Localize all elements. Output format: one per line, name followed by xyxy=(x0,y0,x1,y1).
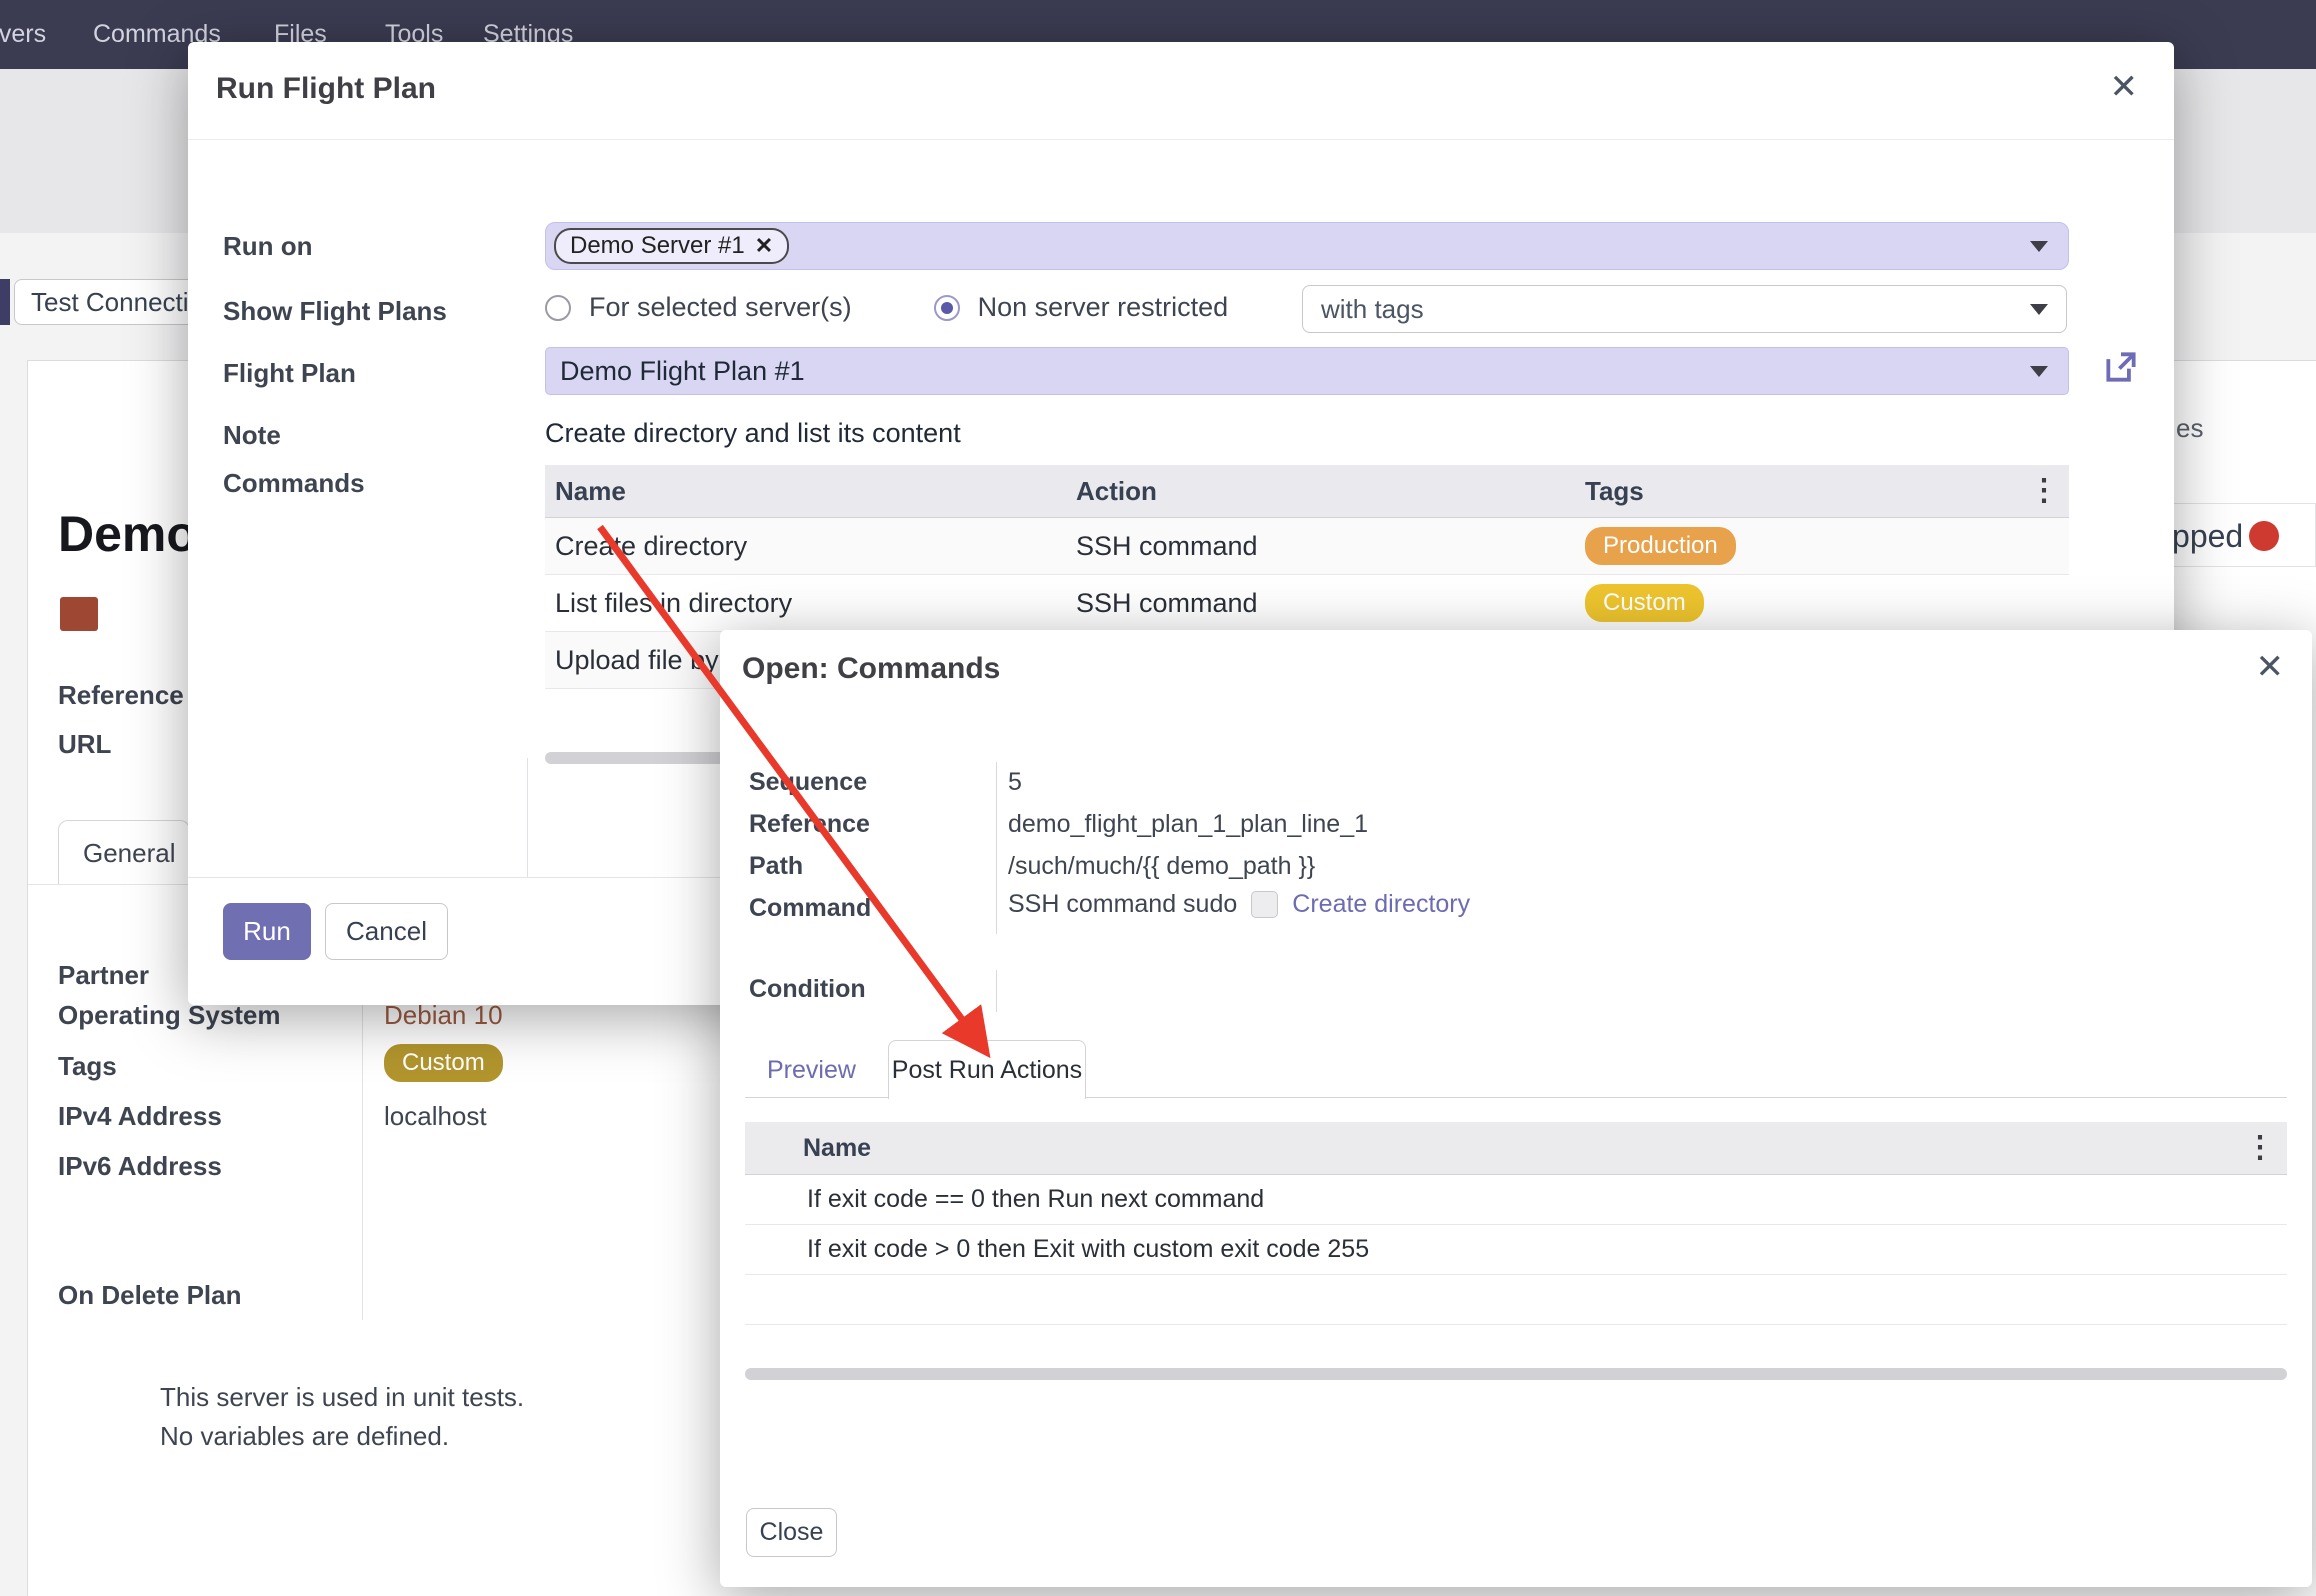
table-row[interactable]: If exit code > 0 then Exit with custom e… xyxy=(745,1225,2287,1275)
flight-plan-value: Demo Flight Plan #1 xyxy=(560,356,805,387)
table-row[interactable]: List files in directory SSH command Cust… xyxy=(545,575,2069,632)
sequence-value: 5 xyxy=(1008,768,1022,797)
modal-header-divider xyxy=(188,139,2174,140)
row-action: SSH command xyxy=(1062,588,1571,619)
notebook-divider xyxy=(28,884,190,885)
radio-non-server-restricted-label[interactable]: Non server restricted xyxy=(978,292,1229,323)
tab-post-run-actions-label: Post Run Actions xyxy=(892,1056,1082,1085)
cancel-button[interactable]: Cancel xyxy=(325,903,448,960)
commands-modal-title: Open: Commands xyxy=(742,652,1000,686)
close-icon[interactable]: ✕ xyxy=(2256,650,2285,684)
remove-tag-icon[interactable]: ✕ xyxy=(755,233,773,259)
reference-label: Reference xyxy=(58,680,184,711)
server-tag-label: Demo Server #1 xyxy=(570,232,745,260)
unit-test-note-line1: This server is used in unit tests. xyxy=(160,1382,524,1413)
command-value: SSH command sudo xyxy=(1008,890,1237,919)
kebab-menu-icon[interactable]: ⋮ xyxy=(2245,1133,2287,1163)
create-directory-link[interactable]: Create directory xyxy=(1292,890,1470,919)
table-row[interactable]: If exit code == 0 then Run next command xyxy=(745,1175,2287,1225)
row-name: If exit code > 0 then Exit with custom e… xyxy=(745,1235,1369,1264)
content-left-border xyxy=(527,758,528,877)
chevron-down-icon xyxy=(2030,366,2048,377)
radio-for-selected-servers[interactable] xyxy=(545,295,571,321)
row-name: Create directory xyxy=(545,531,1062,562)
sequence-label: Sequence xyxy=(749,768,867,797)
flight-plan-select[interactable]: Demo Flight Plan #1 xyxy=(545,347,2069,395)
server-tag-chip[interactable]: Demo Server #1 ✕ xyxy=(554,228,789,264)
ipv6-label: IPv6 Address xyxy=(58,1151,222,1182)
path-value: /such/much/{{ demo_path }} xyxy=(1008,852,1315,881)
with-tags-select[interactable]: with tags xyxy=(1302,285,2067,333)
commands-label: Commands xyxy=(223,468,365,499)
tab-general-label: General xyxy=(83,838,176,869)
screen: Servers Commands Files Tools Settings Te… xyxy=(0,0,2316,1596)
table-row[interactable]: Create directory SSH command Production xyxy=(545,518,2069,575)
with-tags-value: with tags xyxy=(1321,294,1424,325)
post-run-actions-table: Name ⋮ If exit code == 0 then Run next c… xyxy=(745,1122,2287,1325)
ipv4-label: IPv4 Address xyxy=(58,1101,222,1132)
external-link-icon[interactable] xyxy=(2102,348,2140,386)
reference-field-label: Reference xyxy=(749,810,870,839)
partner-label: Partner xyxy=(58,960,149,991)
row-action: SSH command xyxy=(1062,531,1571,562)
show-flight-plans-label: Show Flight Plans xyxy=(223,296,447,327)
col-header-action[interactable]: Action xyxy=(1062,476,1571,507)
row-name: If exit code == 0 then Run next command xyxy=(745,1185,1264,1214)
status-dot-icon xyxy=(2249,521,2279,551)
col-header-name[interactable]: Name xyxy=(803,1134,2245,1163)
page-title: Demo xyxy=(58,505,197,563)
field-separator-line xyxy=(362,965,363,1320)
color-swatch[interactable] xyxy=(60,597,98,631)
table-row-empty xyxy=(745,1275,2287,1325)
note-text: Create directory and list its content xyxy=(545,418,961,449)
run-on-multiselect[interactable]: Demo Server #1 ✕ xyxy=(545,222,2069,270)
command-value-row: SSH command sudo Create directory xyxy=(1008,890,1470,919)
chevron-down-icon xyxy=(2030,241,2048,252)
condition-field-divider xyxy=(996,970,997,1012)
field-column-divider xyxy=(996,762,997,934)
horizontal-scrollbar[interactable] xyxy=(745,1368,2287,1380)
note-label: Note xyxy=(223,420,281,451)
col-header-tags[interactable]: Tags xyxy=(1571,476,2029,507)
flight-plan-label: Flight Plan xyxy=(223,358,356,389)
command-checkbox[interactable] xyxy=(1251,891,1278,918)
tab-preview[interactable]: Preview xyxy=(767,1056,856,1085)
radio-non-server-restricted[interactable] xyxy=(934,295,960,321)
on-delete-plan-label: On Delete Plan xyxy=(58,1280,242,1311)
run-button[interactable]: Run xyxy=(223,903,311,960)
primary-button-partial[interactable] xyxy=(0,279,10,325)
reference-value: demo_flight_plan_1_plan_line_1 xyxy=(1008,810,1368,839)
path-label: Path xyxy=(749,852,803,881)
right-edge-partial-text: es xyxy=(2176,413,2203,444)
tags-label: Tags xyxy=(58,1051,117,1082)
show-flight-plans-radios: For selected server(s) Non server restri… xyxy=(545,292,1228,323)
condition-label: Condition xyxy=(749,975,866,1004)
chevron-down-icon xyxy=(2030,304,2048,315)
run-on-label: Run on xyxy=(223,231,313,262)
url-label: URL xyxy=(58,729,111,760)
tab-post-run-actions[interactable]: Post Run Actions xyxy=(888,1040,1086,1099)
tag-badge: Production xyxy=(1585,527,1736,565)
command-label: Command xyxy=(749,894,871,923)
row-name: List files in directory xyxy=(545,588,1062,619)
tag-badge: Custom xyxy=(1585,584,1704,622)
close-icon[interactable]: ✕ xyxy=(2110,70,2139,104)
tab-general[interactable]: General xyxy=(58,820,190,885)
unit-test-note-line2: No variables are defined. xyxy=(160,1421,449,1452)
ipv4-value: localhost xyxy=(384,1101,487,1132)
tags-value-badge[interactable]: Custom xyxy=(384,1044,503,1082)
kebab-menu-icon[interactable]: ⋮ xyxy=(2029,476,2069,506)
nav-item-servers[interactable]: Servers xyxy=(0,20,46,49)
close-button[interactable]: Close xyxy=(746,1508,837,1557)
open-commands-modal: Open: Commands ✕ Sequence Reference Path… xyxy=(720,630,2312,1587)
col-header-name[interactable]: Name xyxy=(545,476,1062,507)
run-modal-title: Run Flight Plan xyxy=(216,72,436,106)
radio-for-selected-servers-label[interactable]: For selected server(s) xyxy=(589,292,852,323)
